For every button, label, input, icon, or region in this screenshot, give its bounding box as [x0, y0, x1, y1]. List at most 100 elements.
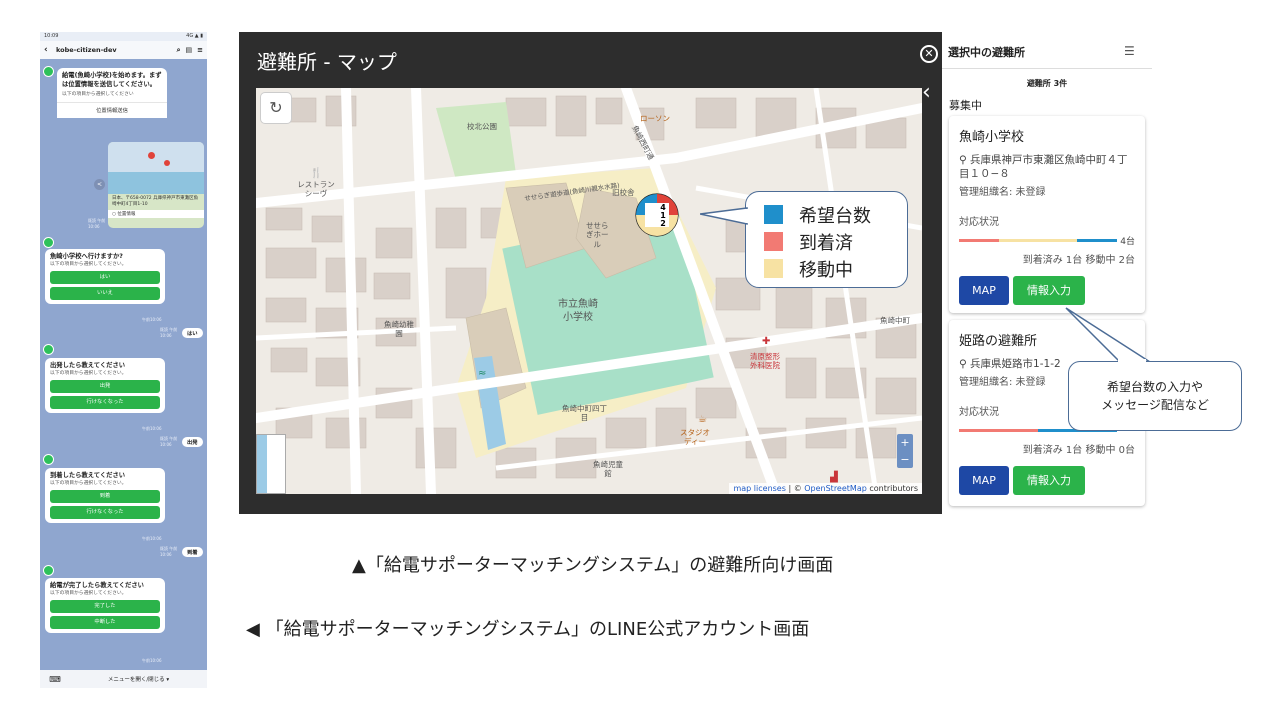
- user-reply: 到着: [182, 547, 203, 557]
- message-time: 既読 午前10:06: [160, 546, 178, 557]
- zoom-out-button[interactable]: −: [897, 451, 913, 468]
- legend-item-moving: 移動中: [764, 255, 907, 282]
- window-title: 避難所 - マップ: [257, 50, 397, 74]
- close-icon[interactable]: ✕: [920, 45, 938, 63]
- shelter-count: 避難所 3件: [1026, 79, 1068, 88]
- reply-button-arrive[interactable]: 到着: [50, 489, 160, 503]
- menu-icon[interactable]: ≡: [197, 46, 203, 55]
- credits-suffix: contributors: [866, 484, 918, 493]
- status-bar-row: 4台: [959, 237, 1135, 247]
- legend-swatch: [764, 232, 783, 251]
- map-canvas: [256, 88, 922, 494]
- message-bubble: 魚崎小学校へ行けますか? 以下の項目から選択してください。 はい いいえ: [45, 249, 165, 304]
- bot-avatar: [43, 237, 54, 248]
- share-icon[interactable]: <: [94, 179, 105, 190]
- message-time: 午前10:06: [142, 317, 162, 322]
- status-time: 10:09: [44, 33, 59, 39]
- message-sub: 以下の項目から選択してください: [62, 92, 134, 97]
- shelter-name: 魚崎小学校: [959, 130, 1025, 145]
- map-label-nakamachi: 魚崎中町四丁 目: [562, 404, 607, 423]
- map-label-tsutsumi: 魚崎中町: [880, 316, 910, 325]
- search-icon[interactable]: ⌕: [177, 46, 181, 55]
- zoom-in-button[interactable]: +: [897, 434, 913, 451]
- map-label-restaurant: レストラン シーヴ: [297, 180, 335, 199]
- marker-moving: 2: [660, 219, 666, 228]
- shop-icon: ▟: [830, 472, 838, 483]
- status-bar: 10:09 4G ▲ ▮: [40, 32, 207, 41]
- map-licenses-link[interactable]: map licenses: [733, 484, 785, 493]
- chevron-left-icon[interactable]: ‹: [922, 82, 931, 104]
- message-title: 給電が完了したら教えてください: [50, 582, 144, 589]
- shelter-card[interactable]: 魚崎小学校 ⚲ 兵庫県神戸市東灘区魚崎中町４丁目１０−８ 管理組織名: 未登録 …: [949, 116, 1145, 313]
- panel-title: 選択中の避難所: [948, 46, 1025, 59]
- user-reply: 出発: [182, 437, 203, 447]
- arrived-segment: [959, 429, 1038, 433]
- osm-link[interactable]: OpenStreetMap: [804, 484, 867, 493]
- reply-button-depart[interactable]: 出発: [50, 379, 160, 393]
- map-label-lawson: ローソン: [640, 114, 670, 123]
- rotate-reset-icon[interactable]: ↻: [261, 93, 291, 123]
- zoom-control: + −: [897, 434, 913, 468]
- back-arrow-icon[interactable]: ‹: [44, 45, 56, 55]
- shelter-address-text: 兵庫県神戸市東灘区魚崎中町４丁目１０−８: [959, 154, 1128, 181]
- map-label-school: 市立魚崎 小学校: [558, 299, 598, 323]
- message-time: 午前10:06: [142, 426, 162, 431]
- message-time: 既読 午前10:06: [160, 436, 178, 447]
- message-title: 給電(魚崎小学校)を始めます。まずは位置情報を送信してください。: [62, 72, 162, 88]
- message-time: 午前10:06: [142, 536, 162, 541]
- reply-button-yes[interactable]: はい: [50, 270, 160, 284]
- reply-button-complete[interactable]: 完了した: [50, 599, 160, 613]
- section-recruiting: 募集中: [949, 99, 982, 112]
- map-credits: map licenses | © OpenStreetMap contribut…: [729, 483, 922, 494]
- message-bubble: 給電(魚崎小学校)を始めます。まずは位置情報を送信してください。 以下の項目から…: [57, 68, 167, 119]
- overview-map-widget[interactable]: [256, 434, 286, 494]
- message-bubble: 到着したら教えてください 以下の項目から選択してください。 到着 行けなくなった: [45, 468, 165, 523]
- message-title: 出発したら教えてください: [50, 362, 126, 369]
- map-label-hospital: 清原整形 外科医院: [750, 352, 780, 371]
- shelter-org: 管理組織名: 未登録: [959, 187, 1046, 199]
- user-reply: はい: [182, 328, 203, 338]
- reply-button-suspend[interactable]: 中断した: [50, 615, 160, 629]
- chat-title: kobe-citizen-dev: [56, 46, 117, 54]
- moving-segment: [999, 239, 1077, 243]
- map-button[interactable]: MAP: [959, 466, 1009, 496]
- reply-button-cannot-go[interactable]: 行けなくなった: [50, 505, 160, 519]
- map-label-children-hall: 魚崎児童 館: [593, 460, 623, 479]
- reply-button-no[interactable]: いいえ: [50, 286, 160, 300]
- message-sub: 以下の項目から選択してください。: [50, 590, 127, 596]
- bot-avatar: [43, 66, 54, 77]
- legend-label: 希望台数: [799, 205, 871, 227]
- status-progress-bar: [959, 239, 1117, 243]
- keyboard-icon[interactable]: ⌨: [40, 675, 70, 684]
- shelter-address-text: 兵庫県姫路市1-1-2: [970, 358, 1061, 370]
- location-pin-icon: ⚲: [959, 358, 967, 370]
- message-sub: 以下の項目から選択してください。: [50, 480, 127, 486]
- map-label-seseragi-hall: せせら ぎホー ル: [586, 221, 609, 249]
- info-input-button[interactable]: 情報入力: [1013, 276, 1085, 306]
- map-button[interactable]: MAP: [959, 276, 1009, 306]
- location-label: ○ 位置情報: [108, 209, 204, 218]
- marker-legend: 希望台数 到着済 移動中: [745, 191, 908, 288]
- location-message[interactable]: 日本、〒658-0072 兵庫県神戸市東灘区魚崎中町4丁目1-10 ○ 位置情報: [108, 142, 204, 228]
- menu-toggle[interactable]: メニューを開く/閉じる ▾: [70, 675, 207, 683]
- message-sub: 以下の項目から選択してください。: [50, 261, 127, 267]
- reply-button-cannot-go[interactable]: 行けなくなった: [50, 395, 160, 409]
- send-location-button[interactable]: 位置情報送信: [57, 102, 167, 119]
- legend-swatch: [764, 259, 783, 278]
- map-view[interactable]: 校北公園 レストラン シーヴ 旧校舎 せせらぎ遊歩道(魚崎川親水水路) せせら …: [256, 88, 922, 494]
- bot-avatar: [43, 454, 54, 465]
- status-icons: 4G ▲ ▮: [186, 33, 203, 39]
- hospital-icon: ✚: [762, 336, 771, 347]
- location-label-text: 位置情報: [117, 211, 136, 217]
- status-info: 到着済み 1台 移動中 2台: [1022, 255, 1135, 267]
- shelter-marker[interactable]: 4 1 2: [634, 192, 680, 238]
- wanted-segment: [1077, 239, 1117, 243]
- status-info: 到着済み 1台 移動中 0台: [1022, 445, 1135, 457]
- info-input-button[interactable]: 情報入力: [1013, 466, 1085, 496]
- map-label-park: 校北公園: [467, 122, 497, 131]
- wanted-total: 4台: [1120, 237, 1135, 248]
- note-icon[interactable]: ▤: [186, 46, 193, 55]
- sort-icon[interactable]: ☰: [1124, 44, 1135, 58]
- status-label: 対応状況: [959, 217, 999, 229]
- message-time: 午前10:06: [142, 658, 162, 663]
